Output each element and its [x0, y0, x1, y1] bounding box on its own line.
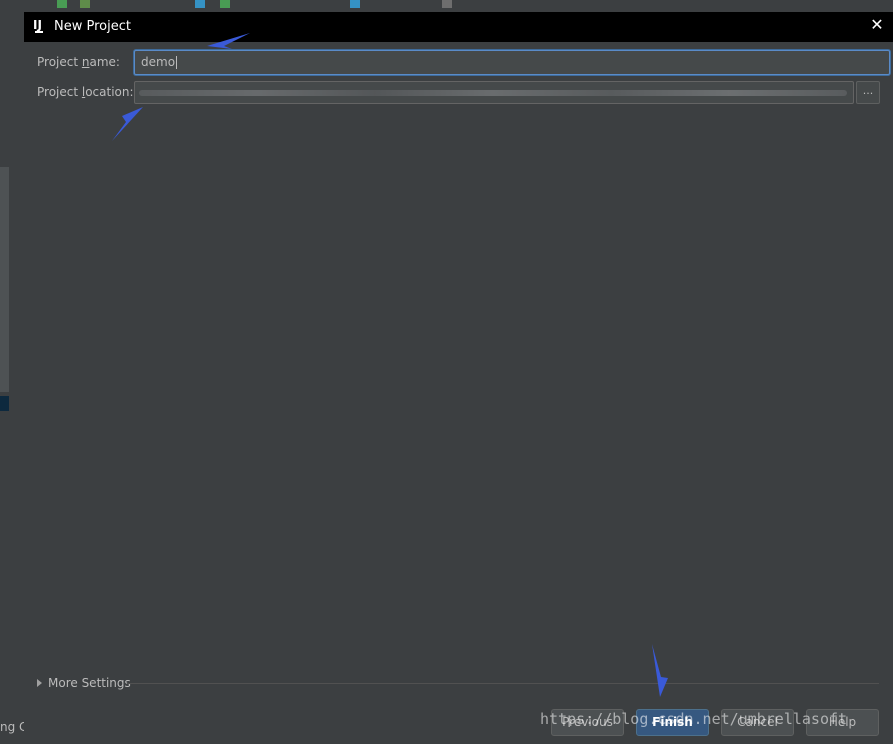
watermark: https://blog.csdn.net/umbrellasoft [540, 710, 848, 728]
arrow-to-finish-icon [652, 644, 668, 697]
arrow-to-location-icon [112, 107, 143, 141]
arrow-to-name-icon [207, 33, 250, 49]
annotation-arrows [112, 33, 668, 697]
